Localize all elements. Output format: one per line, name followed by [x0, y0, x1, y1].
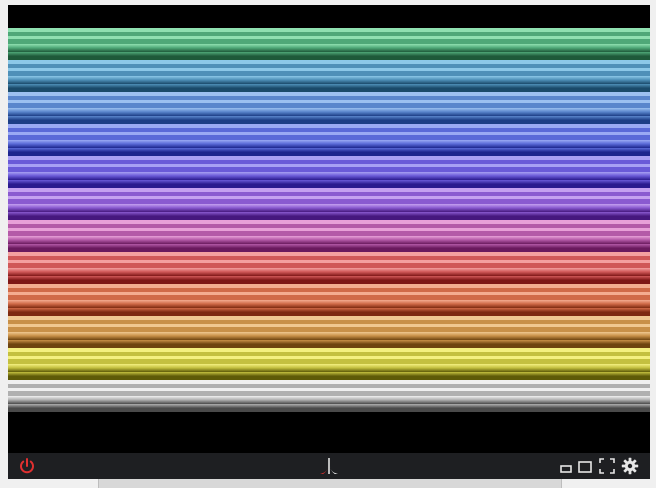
- color-bar-blue: [8, 124, 650, 156]
- color-bar-amber: [8, 316, 650, 348]
- settings-button[interactable]: [621, 457, 639, 475]
- window-shadow: [98, 479, 562, 488]
- color-bar-violet: [8, 188, 650, 220]
- color-bar-indigo: [8, 156, 650, 188]
- power-icon: [20, 458, 34, 474]
- fullscreen-icon: [599, 458, 615, 474]
- color-bar-grey: [8, 380, 650, 412]
- color-bar-green: [8, 28, 650, 60]
- color-bar-magenta: [8, 220, 650, 252]
- atari-fuji-logo: [320, 458, 338, 474]
- small-window-icon: [560, 465, 572, 473]
- small-window-button[interactable]: [557, 457, 575, 475]
- color-bar-teal-blue: [8, 60, 650, 92]
- emulator-toolbar: [8, 453, 650, 479]
- gear-icon: [621, 457, 639, 475]
- window-icon: [578, 461, 592, 473]
- window-button[interactable]: [576, 457, 594, 475]
- power-button[interactable]: [18, 457, 36, 475]
- atari-logo: [318, 457, 340, 475]
- color-bars: [8, 28, 650, 412]
- color-bar-orange: [8, 284, 650, 316]
- color-bar-yellow: [8, 348, 650, 380]
- emulator-window: [8, 5, 650, 479]
- fullscreen-button[interactable]: [598, 457, 616, 475]
- color-bar-sky-blue: [8, 92, 650, 124]
- emulator-screen[interactable]: [8, 5, 650, 453]
- color-bar-red: [8, 252, 650, 284]
